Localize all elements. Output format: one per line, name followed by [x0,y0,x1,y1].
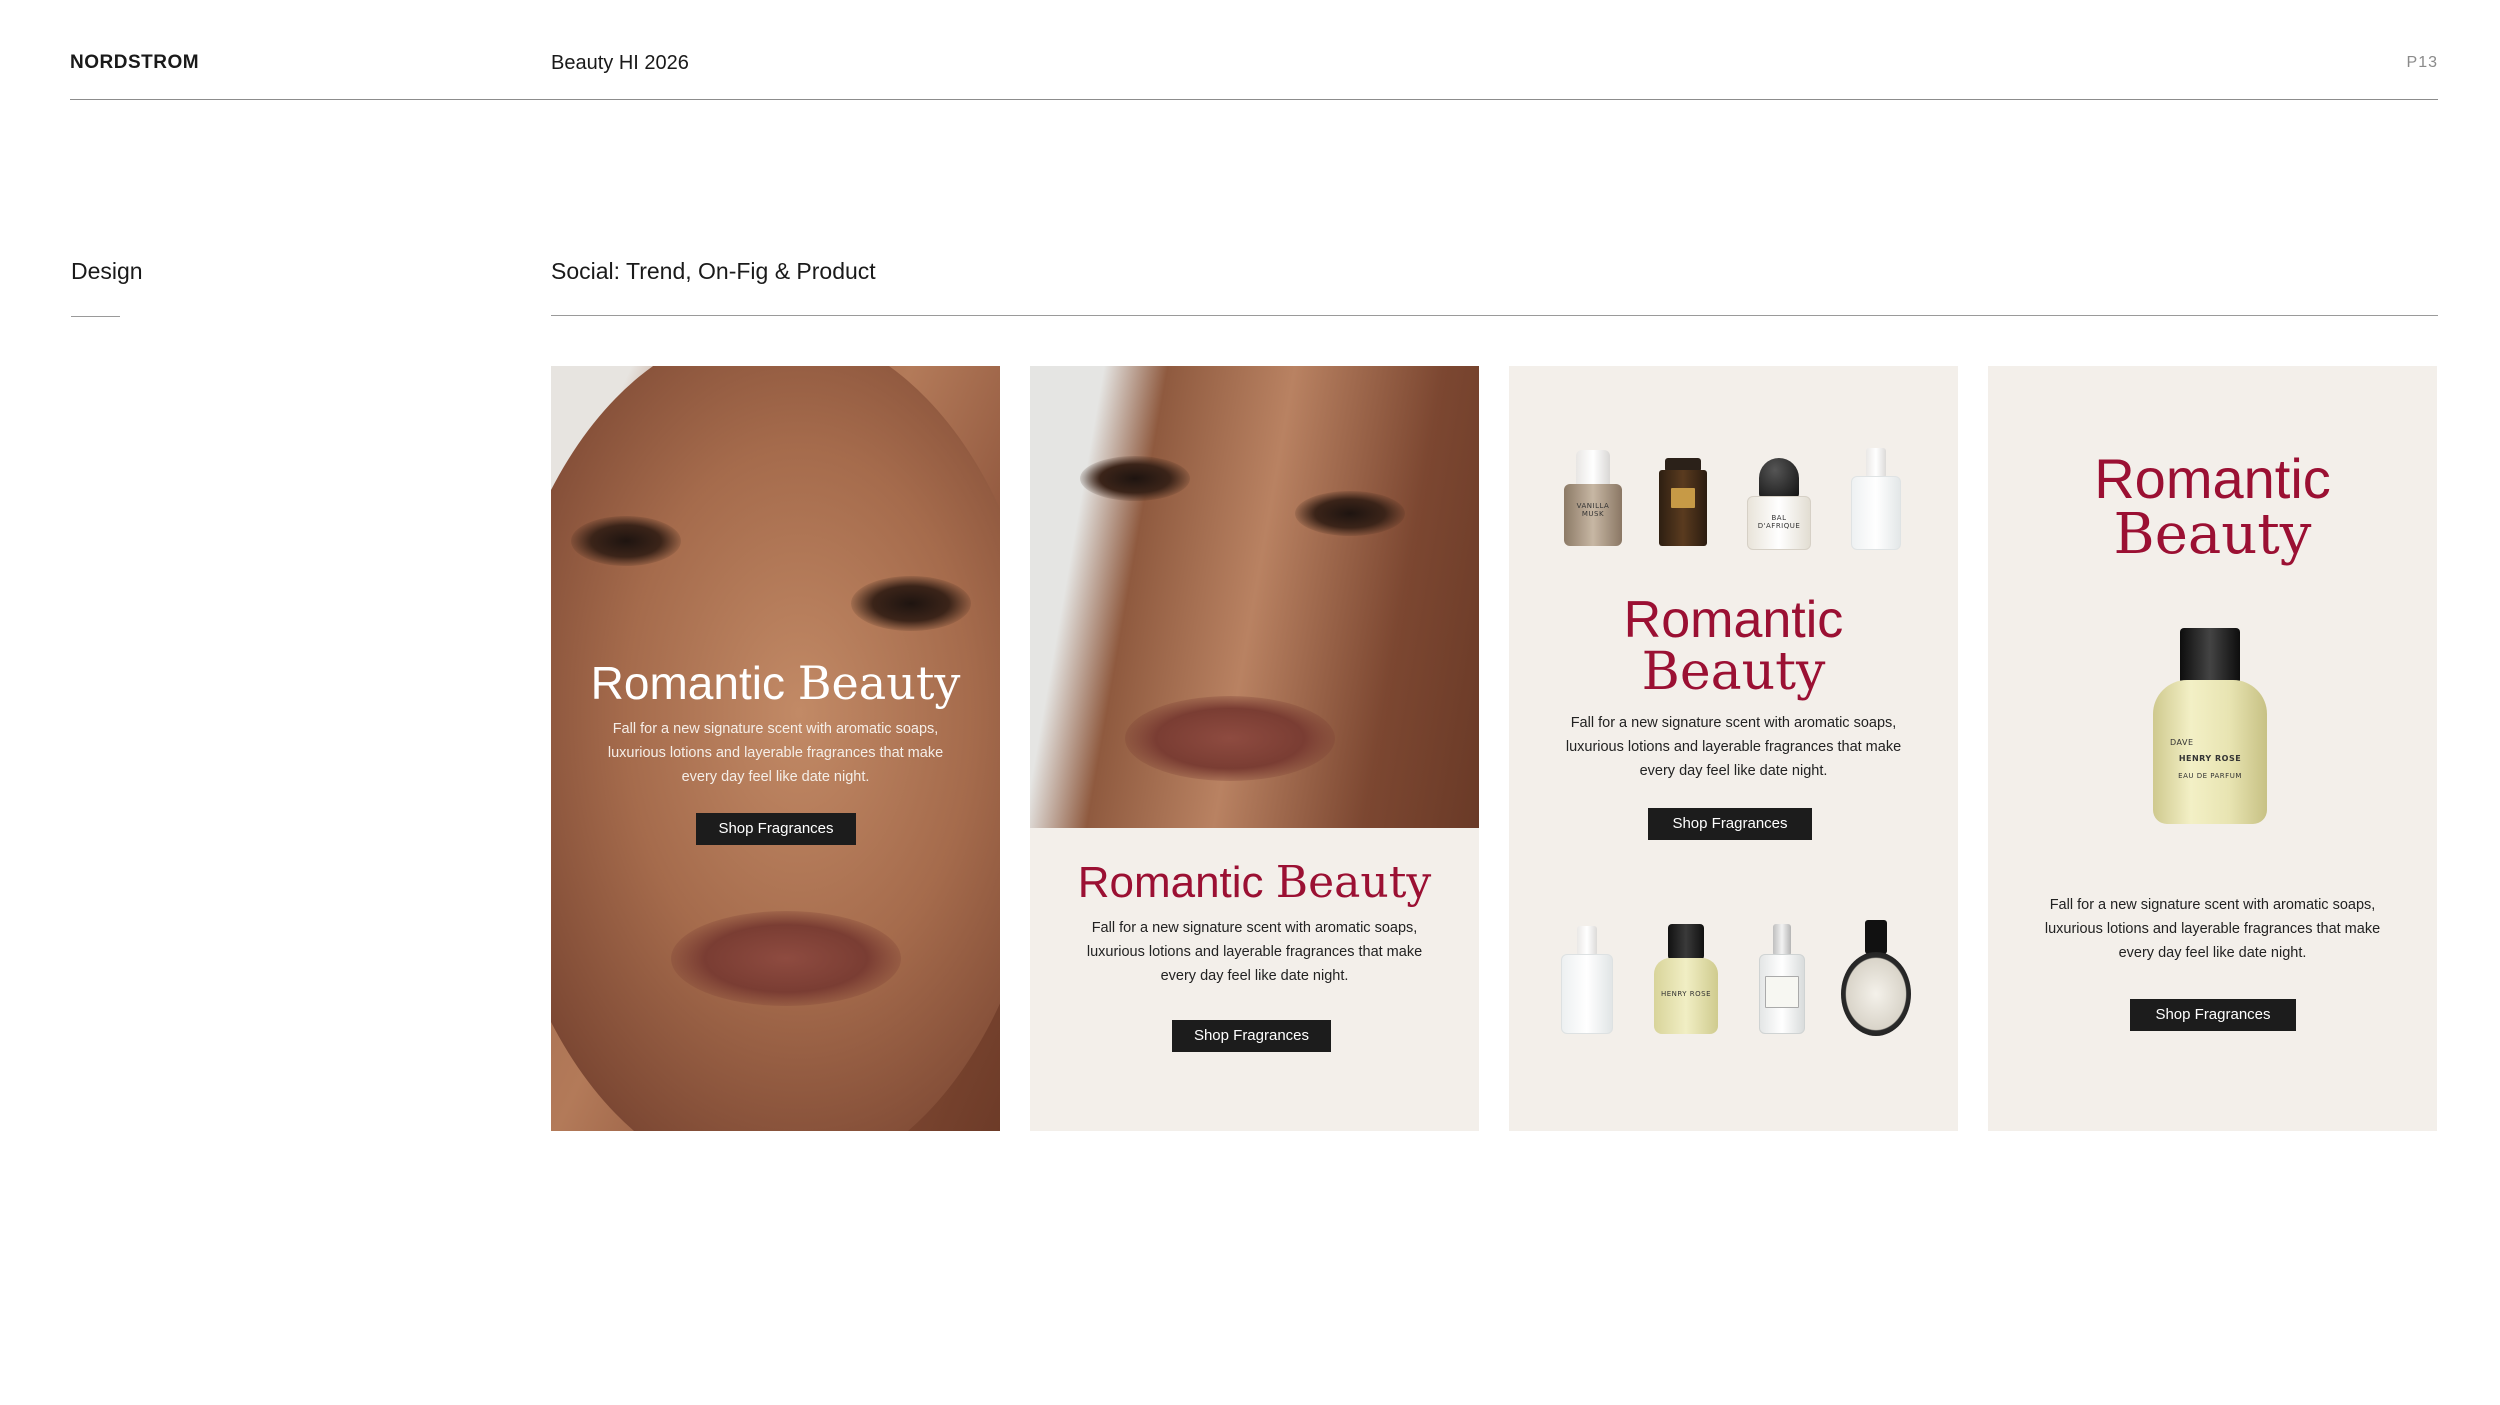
bottle-label: HENRY ROSE [1660,990,1712,998]
section-divider [71,316,120,317]
card-body: Fall for a new signature scent with arom… [2044,897,2381,961]
perfume-bottle-image [1561,926,1613,1034]
face-image [1030,366,1479,828]
title-word: Beauty [2113,502,2312,567]
bottle-label: HENRY ROSE [2178,754,2242,763]
shop-fragrances-button[interactable]: Shop Fragrances [2130,999,2296,1031]
perfume-bottle-image [1841,920,1911,1036]
title-word: Romantic [1077,858,1264,907]
deck-title: Beauty HI 2026 [551,52,689,74]
card-body: Fall for a new signature scent with arom… [607,721,944,785]
bottle-label: VANILLA MUSK [1576,502,1610,518]
shop-fragrances-button[interactable]: Shop Fragrances [1648,808,1812,840]
card-title: Romantic Beauty [1988,451,2437,563]
eye-shape [851,576,971,631]
title-word: Beauty [1641,642,1826,702]
shop-fragrances-button[interactable]: Shop Fragrances [1172,1020,1331,1052]
lips-shape [671,911,901,1006]
card-body: Fall for a new signature scent with arom… [1565,715,1902,779]
page-number: P13 [2406,54,2438,71]
title-word: Beauty [797,656,961,710]
card-title: Romantic Beauty [1030,856,1479,910]
henry-rose-bottle-image: DAVE HENRY ROSE EAU DE PARFUM [2153,628,2267,824]
header-divider [70,99,2438,100]
bottle-label: DAVE [2170,738,2194,747]
perfume-bottle-image [1759,924,1805,1034]
social-card-on-fig: Romantic Beauty Fall for a new signature… [1030,366,1479,1131]
brand-logo: NORDSTROM [70,52,200,73]
title-word: Romantic [590,657,785,709]
card-title: Romantic Beauty [1509,594,1958,698]
lips-shape [1125,696,1335,781]
subsection-label: Social: Trend, On-Fig & Product [551,258,876,284]
card-body: Fall for a new signature scent with arom… [1086,920,1423,984]
perfume-bottle-image [1851,448,1901,550]
eye-shape [571,516,681,566]
title-word: Beauty [1275,857,1432,908]
social-card-trend: Romantic Beauty Fall for a new signature… [551,366,1000,1131]
shop-fragrances-button[interactable]: Shop Fragrances [696,813,856,845]
perfume-bottle-image: BAL D'AFRIQUE [1747,458,1811,550]
perfume-bottle-image: VANILLA MUSK [1564,450,1622,546]
title-word: Romantic [1623,591,1844,649]
section-label: Design [71,258,143,284]
social-card-product-hero: Romantic Beauty DAVE HENRY ROSE EAU DE P… [1988,366,2437,1131]
subsection-divider [551,315,2438,316]
bottle-label: BAL D'AFRIQUE [1757,514,1801,530]
eye-shape [1080,456,1190,501]
perfume-bottle-image [1659,458,1707,546]
perfume-bottle-image: HENRY ROSE [1654,924,1718,1034]
eye-shape [1295,491,1405,536]
social-card-product-grid: VANILLA MUSK BAL D'AFRIQUE Romantic Beau… [1509,366,1958,1131]
title-word: Romantic [2094,447,2331,510]
card-title: Romantic Beauty [551,656,1000,710]
bottle-label: EAU DE PARFUM [2178,772,2242,780]
